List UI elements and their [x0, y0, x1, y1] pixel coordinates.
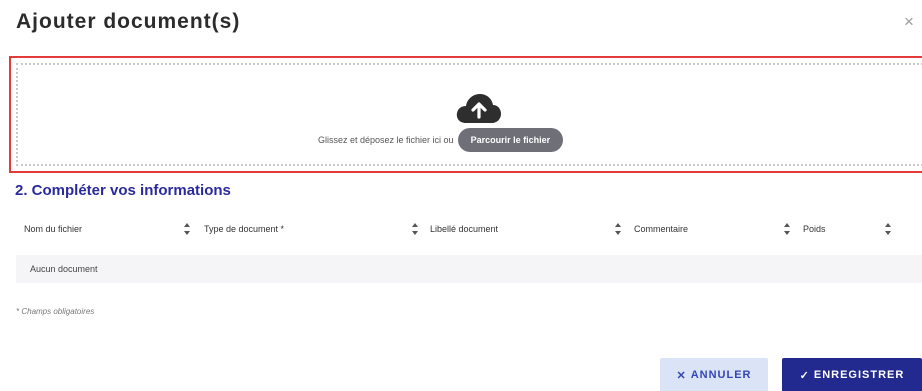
column-header-size: Poids: [803, 220, 826, 238]
save-button[interactable]: ✓ ENREGISTRER: [782, 358, 922, 391]
column-header-comment: Commentaire: [634, 220, 688, 238]
column-header-filename: Nom du fichier: [24, 220, 82, 238]
column-label: Type de document *: [204, 224, 285, 234]
table-row: Aucun document: [16, 255, 922, 283]
sort-icon[interactable]: [884, 222, 892, 236]
empty-table-message: Aucun document: [30, 264, 98, 274]
dropzone-highlight: Glissez et déposez le fichier ici ou Par…: [9, 56, 922, 173]
section-title: 2. Compléter vos informations: [15, 182, 231, 199]
sort-icon[interactable]: [183, 222, 191, 236]
save-button-label: ENREGISTRER: [813, 369, 905, 381]
documents-table-header: Nom du fichier Type de document * Libell…: [0, 220, 922, 240]
column-label: Commentaire: [634, 224, 689, 234]
cloud-upload-icon: [456, 94, 501, 123]
file-dropzone[interactable]: Glissez et déposez le fichier ici ou Par…: [16, 63, 922, 166]
column-header-document-type: Type de document *: [204, 220, 284, 238]
drop-instructions: Glissez et déposez le fichier ici ou Par…: [318, 127, 564, 153]
browse-file-button[interactable]: Parcourir le fichier: [457, 128, 564, 152]
cancel-button[interactable]: ✕ ANNULER: [660, 358, 768, 391]
check-icon: ✓: [799, 369, 810, 382]
required-fields-note: * Champs obligatoires: [16, 307, 95, 316]
cancel-button-label: ANNULER: [690, 369, 752, 381]
add-document-modal: Ajouter document(s) × Glissez et déposez…: [0, 0, 922, 391]
column-label: Nom du fichier: [24, 224, 83, 234]
column-header-document-label: Libellé document: [430, 220, 498, 238]
sort-icon[interactable]: [411, 222, 419, 236]
modal-title: Ajouter document(s): [16, 10, 241, 33]
column-label: Libellé document: [430, 224, 499, 234]
sort-icon[interactable]: [614, 222, 622, 236]
close-icon: ✕: [676, 369, 687, 382]
column-label: Poids: [803, 224, 826, 234]
drop-instruction-text: Glissez et déposez le fichier ici ou: [318, 135, 454, 145]
close-icon[interactable]: ×: [904, 12, 922, 32]
sort-icon[interactable]: [783, 222, 791, 236]
